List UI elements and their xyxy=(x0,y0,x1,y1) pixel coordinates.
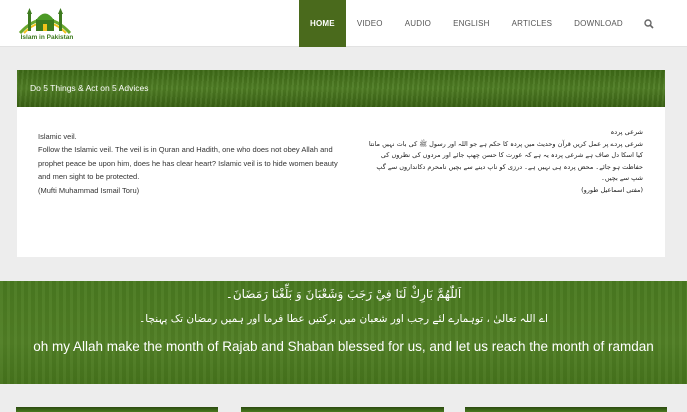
nav-audio[interactable]: AUDIO xyxy=(394,0,442,47)
article-title[interactable]: Do 5 Things & Act on 5 Advices xyxy=(30,83,148,93)
nav-english[interactable]: ENGLISH xyxy=(442,0,501,47)
banner-urdu-text: اے اللہ تعالیٰ ، توہمارے لئے رجب اور شعب… xyxy=(139,313,548,325)
logo-text: Islam in Pakistan xyxy=(20,34,74,41)
site-header: Islam in Pakistan HOME VIDEO AUDIO ENGLI… xyxy=(0,0,687,47)
nav-home[interactable]: HOME xyxy=(299,0,346,47)
dua-banner: اَللّٰهُمَّ بَارِكْ لَنَا فِيْ رَجَبَ وَ… xyxy=(0,281,687,384)
article-english-column: Islamic veil. Follow the Islamic veil. T… xyxy=(38,130,338,197)
nav-video[interactable]: VIDEO xyxy=(346,0,394,47)
mosque-logo-icon xyxy=(18,8,72,35)
nav-articles[interactable]: ARTICLES xyxy=(501,0,564,47)
article-urdu-column: شرعی پردہ شرعی پردے پر عمل کریں قرآن وحد… xyxy=(363,127,643,196)
article-card: Do 5 Things & Act on 5 Advices Islamic v… xyxy=(17,70,665,257)
search-button[interactable] xyxy=(634,0,664,47)
urdu-author: (مفتی اسماعیل طورو) xyxy=(581,185,643,194)
english-heading: Islamic veil. xyxy=(38,132,77,141)
urdu-body: شرعی پردے پر عمل کریں قرآن وحدیث میں پرد… xyxy=(368,139,643,183)
nav-download[interactable]: DOWNLOAD xyxy=(563,0,634,47)
banner-english-text: oh my Allah make the month of Rajab and … xyxy=(33,339,654,354)
banner-arabic-text: اَللّٰهُمَّ بَارِكْ لَنَا فِيْ رَجَبَ وَ… xyxy=(225,287,462,301)
content-card[interactable] xyxy=(241,407,444,412)
urdu-heading: شرعی پردہ xyxy=(610,128,644,136)
content-card[interactable] xyxy=(465,407,667,412)
main-nav: HOME VIDEO AUDIO ENGLISH ARTICLES DOWNLO… xyxy=(299,0,664,47)
article-header: Do 5 Things & Act on 5 Advices xyxy=(17,70,665,107)
english-author: (Mufti Muhammad Ismail Toru) xyxy=(38,185,140,195)
content-card[interactable] xyxy=(16,407,218,412)
english-body: Follow the Islamic veil. The veil is in … xyxy=(38,145,338,182)
site-logo[interactable]: Islam in Pakistan xyxy=(14,2,76,46)
search-icon xyxy=(644,19,654,29)
